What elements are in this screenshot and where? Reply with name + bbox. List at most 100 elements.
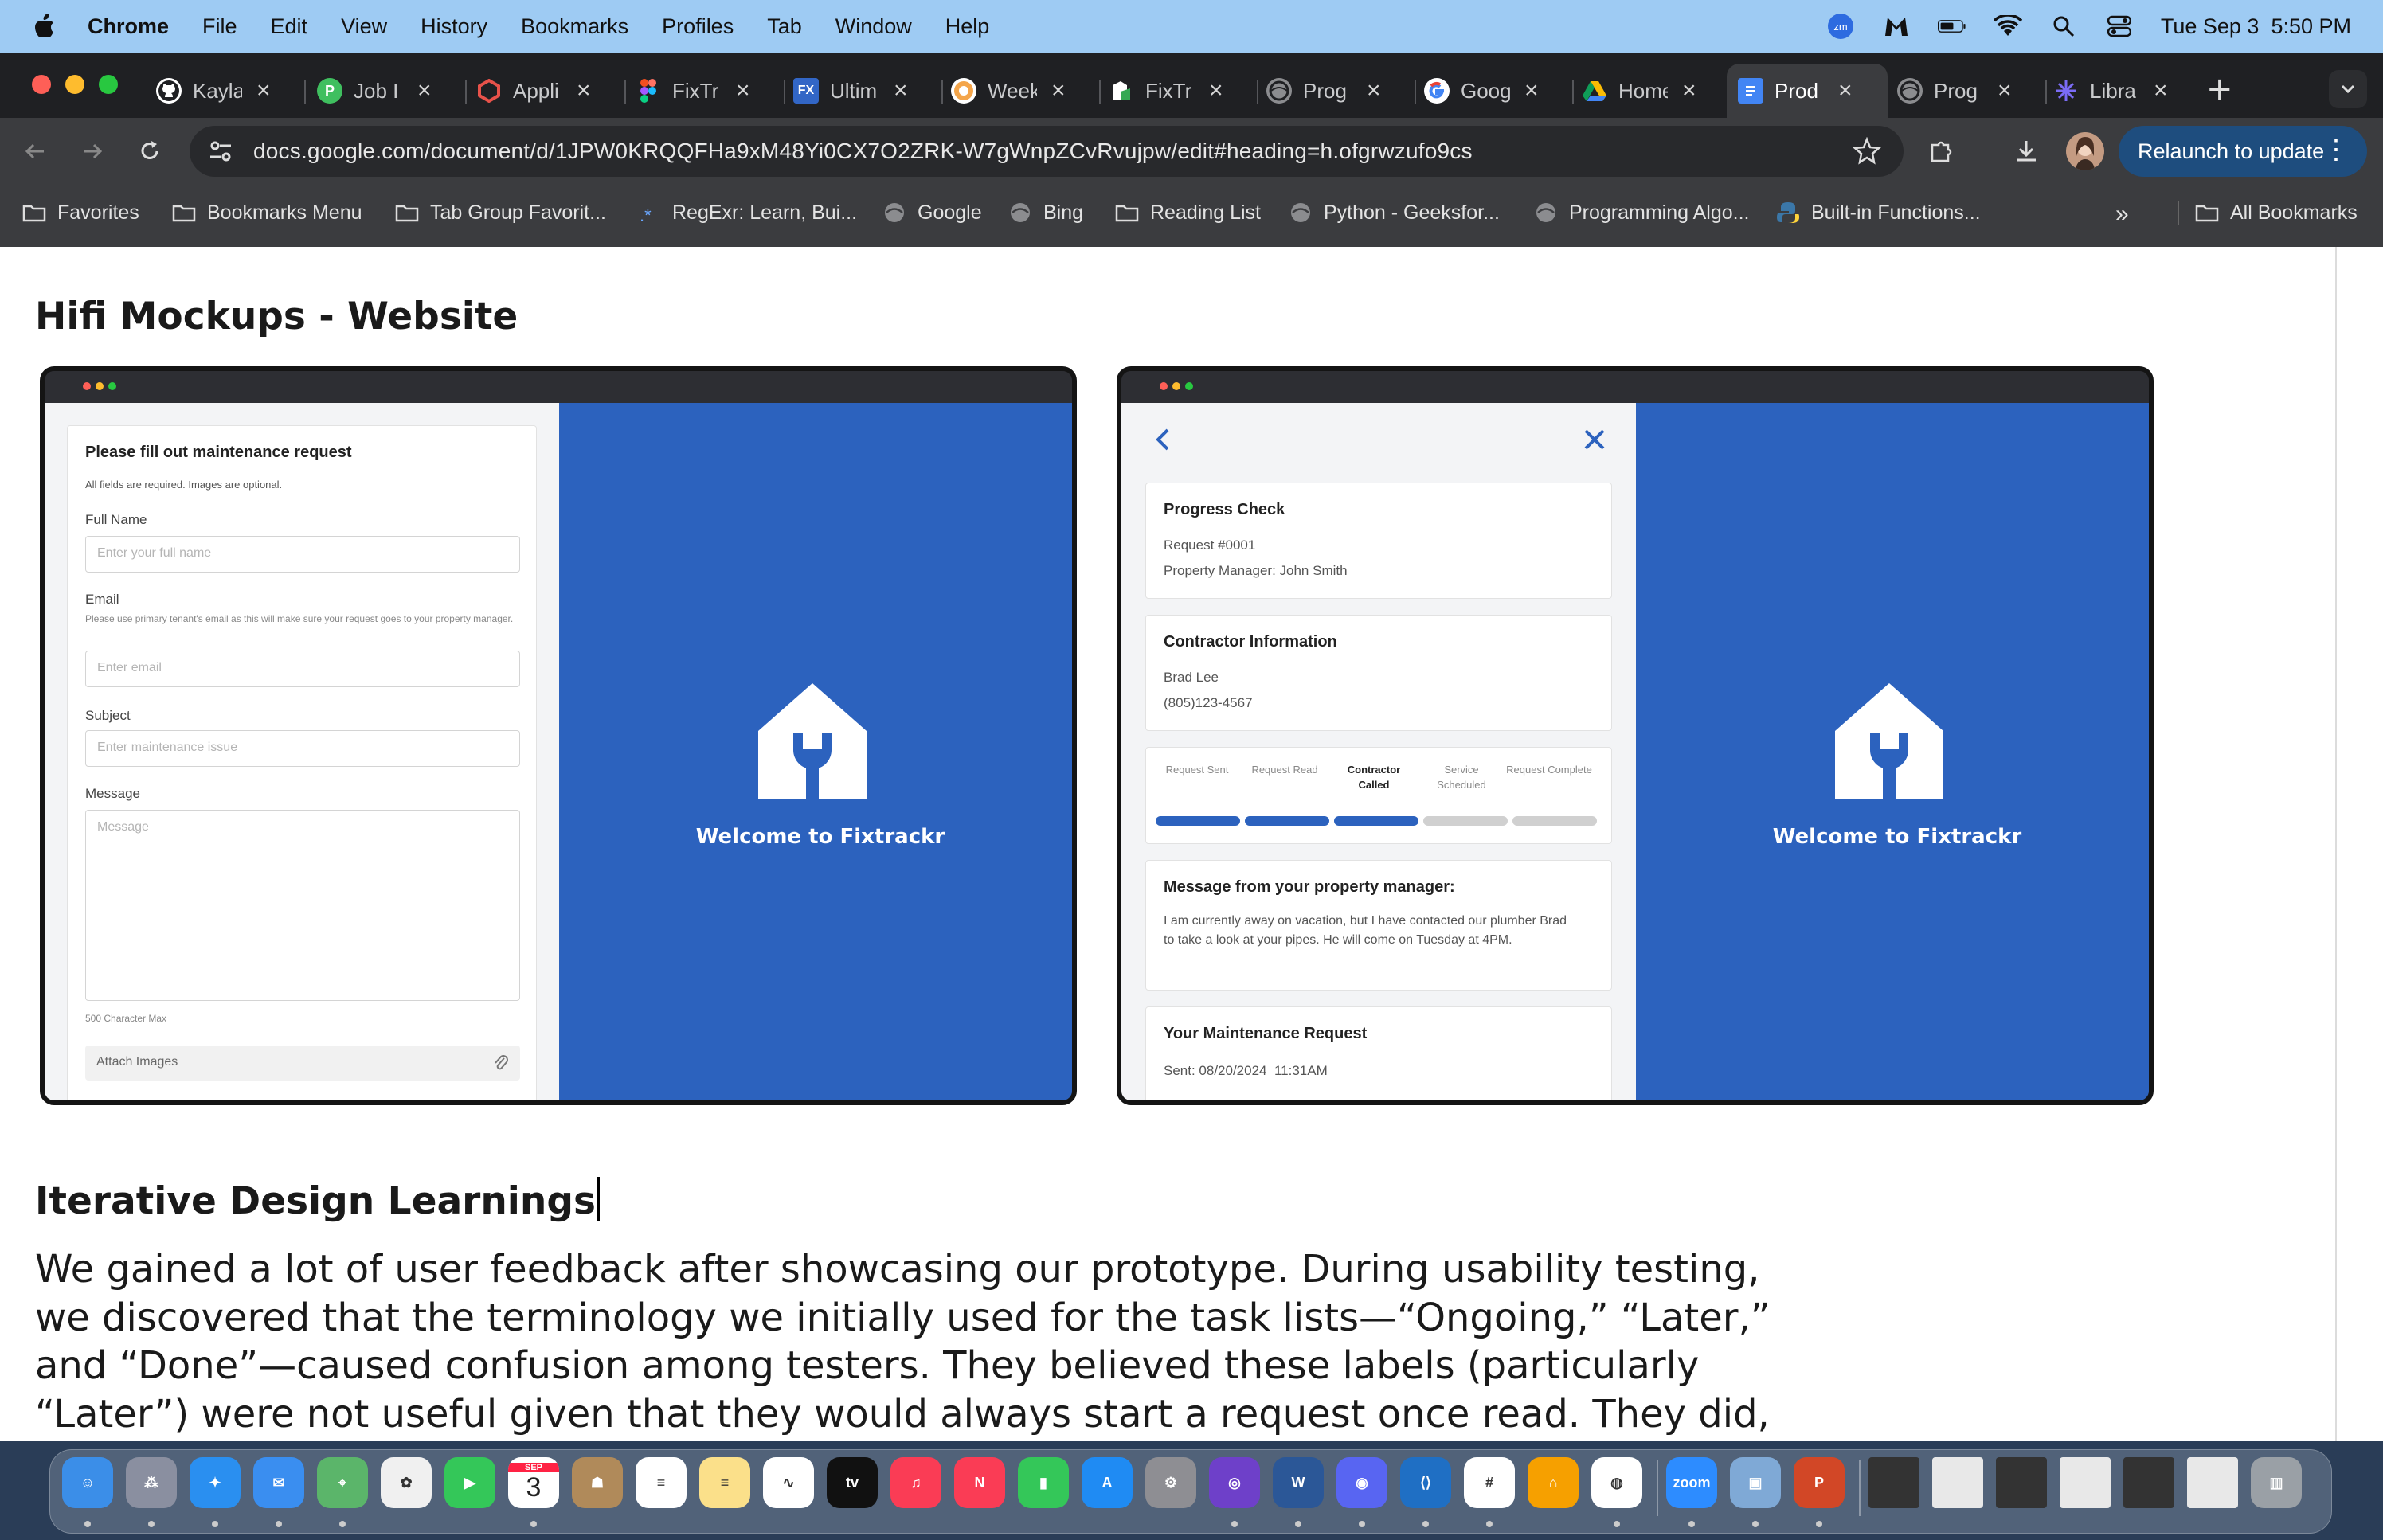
bookmark-google[interactable]: Google [882,201,982,225]
body-paragraph[interactable]: We gained a lot of user feedback after s… [35,1245,1787,1438]
bookmark-reading-list[interactable]: Reading List [1115,201,1261,225]
menubar-clock[interactable]: Tue Sep 3 5:50 PM [2161,14,2351,39]
menu-file[interactable]: File [202,14,237,39]
numbers-icon[interactable]: ▮ [1018,1457,1069,1508]
wifi-icon[interactable] [1993,14,2022,38]
tab-product-docs-active[interactable]: Prod × [1727,64,1888,118]
close-tab-icon[interactable]: × [577,77,591,104]
tab-applications[interactable]: Appli × [476,64,620,118]
finder-icon[interactable]: ☺ [62,1457,113,1508]
menu-window[interactable]: Window [835,14,912,39]
bookmark-favorites[interactable]: Favorites [22,201,139,225]
menu-app-name[interactable]: Chrome [88,14,169,39]
recent-document-thumbnail[interactable] [1932,1457,1983,1508]
close-tab-icon[interactable]: × [1051,77,1066,104]
bookmark-tab-group-favorites[interactable]: Tab Group Favorit... [395,201,606,225]
control-center-icon[interactable] [2105,14,2134,38]
bookmark-bookmarks-menu[interactable]: Bookmarks Menu [172,201,362,225]
site-info-icon[interactable] [207,138,234,165]
menu-history[interactable]: History [421,14,487,39]
zoom-icon[interactable]: zoom [1666,1457,1717,1508]
facetime-icon[interactable]: ▶ [444,1457,495,1508]
close-tab-icon[interactable]: × [1367,77,1381,104]
app-store-icon[interactable]: A [1082,1457,1133,1508]
discord-icon[interactable]: ◉ [1336,1457,1387,1508]
tab-fixtrackr-figma[interactable]: FixTr × [636,64,779,118]
bookmark-built-in-functions[interactable]: Built-in Functions... [1776,201,1981,225]
recent-document-thumbnail[interactable] [1996,1457,2047,1508]
zoom-window-button[interactable] [99,75,118,94]
close-tab-icon[interactable]: × [2154,77,2168,104]
malwarebytes-icon[interactable] [1882,14,1911,38]
sourcetree-icon[interactable]: ⌂ [1528,1457,1579,1508]
menu-profiles[interactable]: Profiles [662,14,734,39]
battery-icon[interactable] [1937,14,1966,38]
heading-iterative-design-learnings[interactable]: Iterative Design Learnings [35,1177,600,1223]
bookmark-star-icon[interactable] [1853,137,1881,166]
google-doc-page[interactable]: Hifi Mockups - Website Please fill out m… [0,247,2383,1441]
address-bar[interactable]: docs.google.com/document/d/1JPW0KRQQFHa9… [190,126,1904,177]
recent-document-thumbnail[interactable] [1868,1457,1919,1508]
news-icon[interactable]: N [954,1457,1005,1508]
more-menu-icon[interactable]: ⋮ [2322,134,2350,166]
apple-tv-icon[interactable]: tv [827,1457,878,1508]
music-icon[interactable]: ♫ [890,1457,941,1508]
reminders-icon[interactable]: ≡ [636,1457,687,1508]
extensions-icon[interactable] [1921,132,1959,170]
word-icon[interactable]: W [1273,1457,1324,1508]
tab-home-drive[interactable]: Home × [1582,64,1725,118]
freeform-icon[interactable]: ∿ [763,1457,814,1508]
menu-help[interactable]: Help [945,14,990,39]
close-tab-icon[interactable]: × [1682,77,1696,104]
system-settings-icon[interactable]: ⚙ [1145,1457,1196,1508]
heading-hifi-mockups[interactable]: Hifi Mockups - Website [35,295,518,338]
spotlight-search-icon[interactable] [2049,14,2078,38]
downloads-icon[interactable] [2007,132,2045,170]
slack-icon[interactable]: # [1464,1457,1515,1508]
recent-document-thumbnail[interactable] [2123,1457,2174,1508]
tab-fixtrackr-drive[interactable]: FixTr × [1109,64,1252,118]
tab-library[interactable]: Libra × [2053,64,2197,118]
back-button[interactable] [16,132,54,170]
close-tab-icon[interactable]: × [736,77,750,104]
vscode-icon[interactable]: ⟨⟩ [1400,1457,1451,1508]
profile-avatar[interactable] [2066,132,2104,170]
tab-job[interactable]: P Job I × [317,64,460,118]
mockup-progress-check[interactable]: Progress Check Request #0001 Property Ma… [1117,366,2154,1105]
menu-bookmarks[interactable]: Bookmarks [521,14,628,39]
recent-document-thumbnail[interactable] [2187,1457,2238,1508]
url-text[interactable]: docs.google.com/document/d/1JPW0KRQQFHa9… [253,139,1473,164]
bookmark-bing[interactable]: Bing [1008,201,1083,225]
close-tab-icon[interactable]: × [256,77,271,104]
minimize-window-button[interactable] [65,75,84,94]
mockup-maintenance-form[interactable]: Please fill out maintenance request All … [40,366,1077,1105]
relaunch-to-update-button[interactable]: Relaunch to update ⋮ [2119,126,2367,177]
apple-menu-icon[interactable] [32,13,56,40]
menu-view[interactable]: View [341,14,387,39]
tab-kayla[interactable]: Kayla × [156,64,299,118]
bookmark-all-bookmarks[interactable]: All Bookmarks [2178,201,2358,225]
tab-weekly[interactable]: Week × [951,64,1094,118]
tab-programming-2[interactable]: Prog × [1897,64,2041,118]
close-tab-icon[interactable]: × [1838,77,1853,104]
powerpoint-icon[interactable]: P [1794,1457,1845,1508]
bookmark-programming-algorithms[interactable]: Programming Algo... [1534,201,1750,225]
mail-icon[interactable]: ✉ [253,1457,304,1508]
close-window-button[interactable] [32,75,51,94]
tab-ultimate[interactable]: FX Ultim × [793,64,937,118]
launchpad-icon[interactable]: ⁂ [126,1457,177,1508]
chrome-icon[interactable]: ◍ [1591,1457,1642,1508]
bookmark-regexr[interactable]: .* RegExr: Learn, Bui... [637,201,857,225]
tab-google[interactable]: Goog × [1424,64,1567,118]
contacts-icon[interactable]: ☗ [572,1457,623,1508]
recent-document-thumbnail[interactable] [2060,1457,2111,1508]
photos-icon[interactable]: ✿ [381,1457,432,1508]
notes-icon[interactable]: ≡ [699,1457,750,1508]
trash-icon[interactable]: ▥ [2251,1457,2302,1508]
close-tab-icon[interactable]: × [1209,77,1223,104]
menu-tab[interactable]: Tab [767,14,802,39]
maps-icon[interactable]: ⌖ [317,1457,368,1508]
zoom-status-icon[interactable]: zm [1826,14,1855,39]
safari-icon[interactable]: ✦ [190,1457,241,1508]
calendar-icon[interactable]: SEP 3 [508,1457,559,1508]
